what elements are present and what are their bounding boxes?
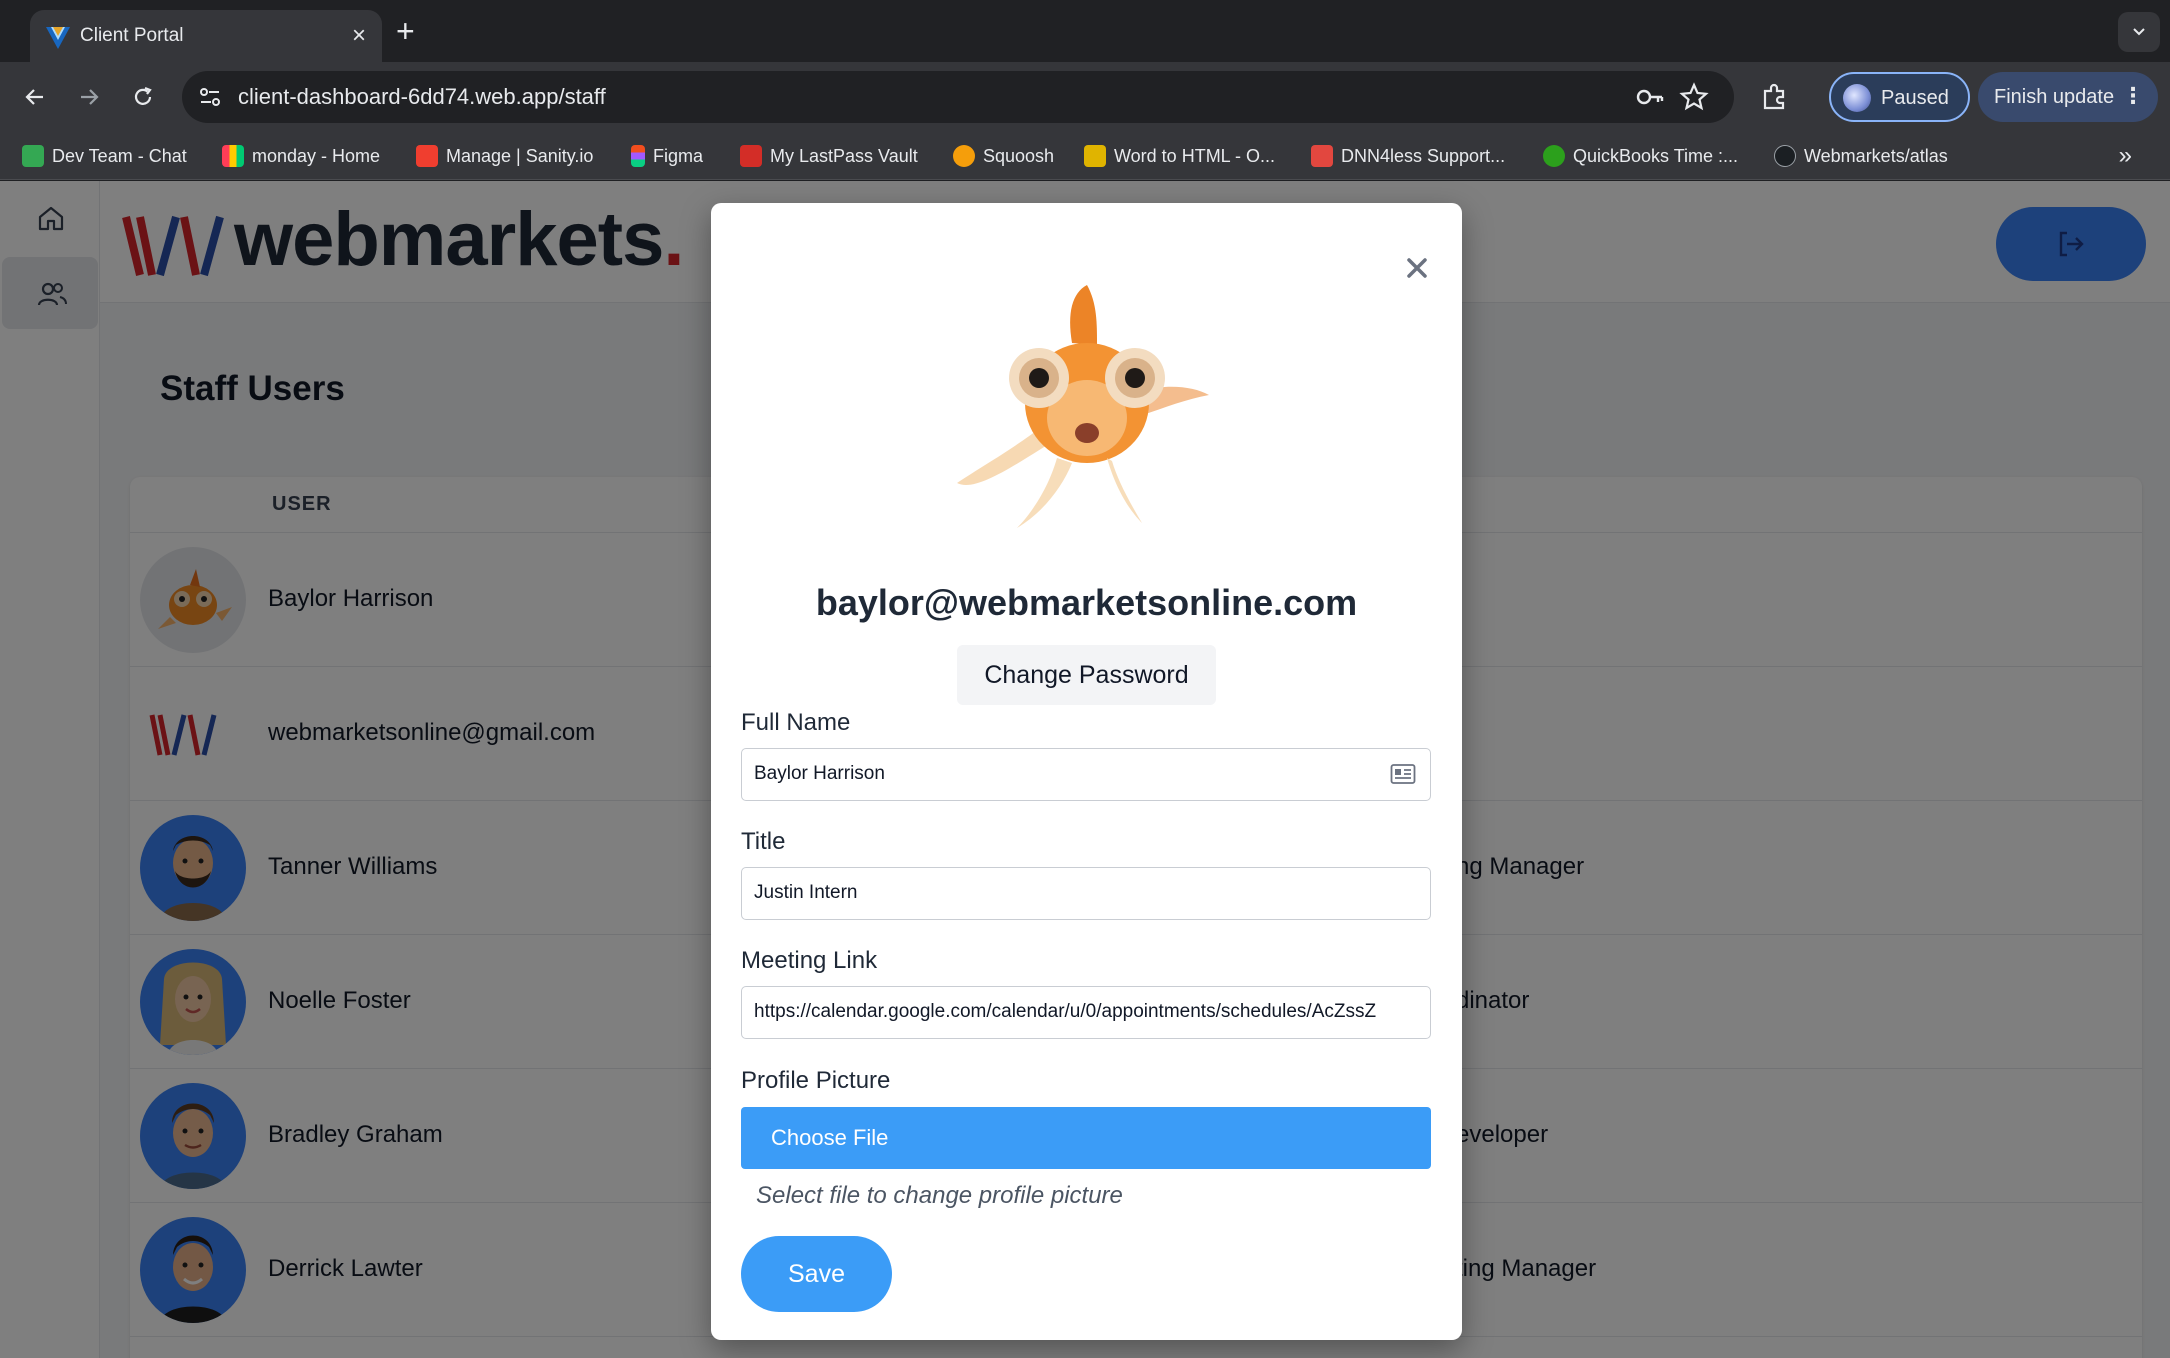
reload-button[interactable] xyxy=(120,74,166,120)
meeting-link-value: https://calendar.google.com/calendar/u/0… xyxy=(754,1001,1377,1022)
figma-icon xyxy=(631,145,645,167)
reload-icon xyxy=(134,86,152,105)
user-email: baylor@webmarketsonline.com xyxy=(815,582,1358,623)
full-name-field[interactable]: Baylor Harrison xyxy=(741,748,1431,801)
full-name-value: Baylor Harrison xyxy=(754,763,885,784)
change-password-button[interactable]: Change Password xyxy=(957,645,1216,705)
github-icon xyxy=(1774,145,1796,167)
bookmark-squoosh[interactable]: Squoosh xyxy=(953,142,1054,170)
extensions-puzzle-icon[interactable] xyxy=(1760,82,1790,112)
chevron-down-icon xyxy=(2133,28,2145,36)
profile-picture-hint: Select file to change profile picture xyxy=(756,1182,1123,1209)
profile-picture xyxy=(957,285,1209,528)
contact-card-icon[interactable] xyxy=(1390,763,1416,785)
finish-update-label: Finish update xyxy=(1994,86,2115,108)
monday-icon xyxy=(222,145,244,167)
edit-user-modal: baylor@webmarketsonline.com Change Passw… xyxy=(711,203,1462,1340)
bookmark-lastpass[interactable]: My LastPass Vault xyxy=(740,142,918,170)
word-to-html-icon xyxy=(1084,145,1106,167)
squoosh-icon xyxy=(953,145,975,167)
profile-button[interactable]: Paused xyxy=(1829,72,1970,122)
browser-toolbar: client-dashboard-6dd74.web.app/staff Pau… xyxy=(0,62,2170,132)
sanity-icon xyxy=(416,145,438,167)
bookmark-dnn4less[interactable]: DNN4less Support... xyxy=(1311,142,1505,170)
site-info-icon[interactable] xyxy=(196,83,224,111)
bookmark-star-icon[interactable] xyxy=(1678,81,1710,113)
forward-button[interactable] xyxy=(66,74,112,120)
address-bar[interactable]: client-dashboard-6dd74.web.app/staff xyxy=(182,71,1734,123)
tab-search-button[interactable] xyxy=(2118,12,2160,52)
arrow-right-icon xyxy=(81,89,99,105)
google-chat-icon xyxy=(22,145,44,167)
more-menu-icon[interactable]: ⋮ xyxy=(2122,82,2144,110)
quickbooks-clock-icon xyxy=(1543,145,1565,167)
dnn4less-icon xyxy=(1311,145,1333,167)
full-name-label: Full Name xyxy=(741,709,851,736)
bookmark-figma[interactable]: Figma xyxy=(631,142,703,170)
back-button[interactable] xyxy=(12,74,58,120)
title-label: Title xyxy=(741,828,786,855)
new-tab-button[interactable]: + xyxy=(396,14,415,48)
lastpass-icon xyxy=(740,145,762,167)
save-button[interactable]: Save xyxy=(741,1236,892,1312)
tab-client-portal[interactable]: Client Portal × xyxy=(30,10,382,62)
bookmark-word-to-html[interactable]: Word to HTML - O... xyxy=(1084,142,1275,170)
tab-title: Client Portal xyxy=(80,25,184,46)
bookmark-dev-team-chat[interactable]: Dev Team - Chat xyxy=(22,142,187,170)
meeting-link-label: Meeting Link xyxy=(741,947,878,974)
close-icon[interactable] xyxy=(1400,251,1434,285)
finish-update-button[interactable]: Finish update ⋮ xyxy=(1978,72,2158,122)
bookmark-monday-home[interactable]: monday - Home xyxy=(222,142,380,170)
choose-file-button[interactable]: Choose File xyxy=(741,1107,1431,1169)
title-field[interactable]: Justin Intern xyxy=(741,867,1431,920)
bookmark-quickbooks-time[interactable]: QuickBooks Time :... xyxy=(1543,142,1738,170)
tab-strip: Client Portal × + xyxy=(0,0,2170,62)
profile-picture-label: Profile Picture xyxy=(741,1067,891,1094)
password-key-icon[interactable] xyxy=(1634,81,1666,113)
bookmarks-bar: Dev Team - Chat monday - Home Manage | S… xyxy=(0,132,2170,180)
profile-status: Paused xyxy=(1881,87,1949,109)
arrow-left-icon xyxy=(25,89,43,105)
bookmark-webmarkets-atlas[interactable]: Webmarkets/atlas xyxy=(1774,142,1948,170)
profile-avatar xyxy=(1843,84,1871,112)
tab-close-icon[interactable]: × xyxy=(352,21,366,51)
vuetify-favicon-icon xyxy=(46,27,70,49)
meeting-link-field[interactable]: https://calendar.google.com/calendar/u/0… xyxy=(741,986,1431,1039)
bookmark-sanity[interactable]: Manage | Sanity.io xyxy=(416,142,593,170)
title-value: Justin Intern xyxy=(754,882,858,903)
url-text[interactable]: client-dashboard-6dd74.web.app/staff xyxy=(238,83,606,111)
bookmarks-overflow-icon[interactable]: » xyxy=(2119,142,2132,170)
